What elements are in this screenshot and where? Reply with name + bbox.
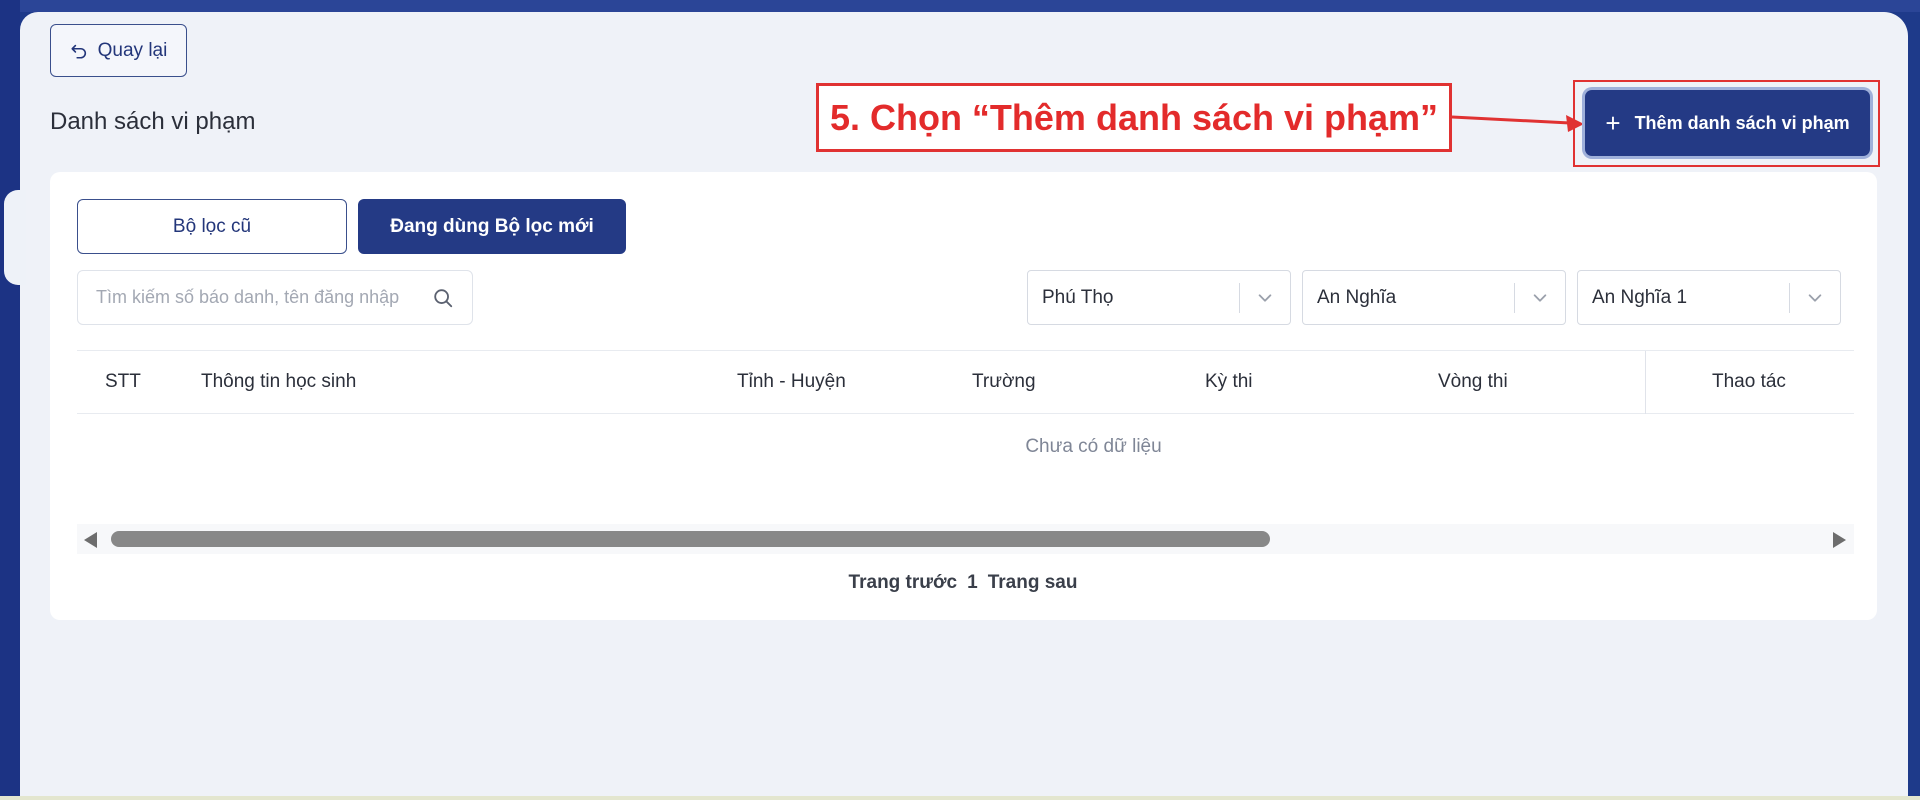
column-divider [1645,351,1646,414]
page-title: Danh sách vi phạm [50,108,256,135]
scrollbar-thumb[interactable] [111,531,1270,547]
school-select-value: An Nghĩa 1 [1592,286,1688,308]
current-page-number[interactable]: 1 [967,572,978,594]
column-header-actions: Thao tác [1712,371,1786,392]
new-filter-button[interactable]: Đang dùng Bộ lọc mới [358,199,626,254]
search-input[interactable] [96,287,432,308]
search-icon[interactable] [432,287,454,309]
old-filter-button[interactable]: Bộ lọc cũ [77,199,347,254]
column-header-stt: STT [105,371,141,392]
horizontal-scrollbar[interactable] [77,524,1854,554]
chevron-down-icon[interactable] [1515,289,1565,307]
previous-page-link[interactable]: Trang trước [849,572,958,594]
scroll-left-arrow-icon[interactable] [84,532,97,548]
callout-arrow [1452,115,1584,132]
empty-state-text: Chưa có dữ liệu [1025,436,1162,457]
province-select-value: Phú Thọ [1042,286,1114,308]
province-select[interactable]: Phú Thọ [1027,270,1291,325]
next-page-link[interactable]: Trang sau [988,572,1078,594]
instruction-callout: 5. Chọn “Thêm danh sách vi phạm” [816,83,1452,152]
back-button-label: Quay lại [97,39,168,61]
undo-arrow-icon [71,44,86,59]
top-strip [0,0,1920,12]
pagination: Trang trước 1 Trang sau [50,572,1877,594]
violation-list-card: Bộ lọc cũ Đang dùng Bộ lọc mới Phú Thọ A… [50,172,1877,620]
add-violation-list-button[interactable]: + Thêm danh sách vi phạm [1585,90,1870,156]
column-header-province-district: Tỉnh - Huyện [737,371,846,392]
left-sidebar-edge [0,0,20,800]
violation-table: STT Thông tin học sinh Tỉnh - Huyện Trườ… [77,350,1854,414]
district-select-value: An Nghĩa [1317,286,1397,308]
column-header-school: Trường [972,371,1036,392]
instruction-text: 5. Chọn “Thêm danh sách vi phạm” [829,96,1439,138]
table-header: STT Thông tin học sinh Tỉnh - Huyện Trườ… [77,350,1854,414]
plus-icon: + [1605,108,1621,138]
content-area: Quay lại Danh sách vi phạm 5. Chọn “Thêm… [20,12,1908,798]
column-header-exam: Kỳ thi [1205,371,1253,392]
chevron-down-icon[interactable] [1240,289,1290,307]
district-select[interactable]: An Nghĩa [1302,270,1566,325]
back-button[interactable]: Quay lại [50,24,187,77]
school-select[interactable]: An Nghĩa 1 [1577,270,1841,325]
scroll-right-arrow-icon[interactable] [1833,532,1846,548]
chevron-down-icon[interactable] [1790,289,1840,307]
add-button-label: Thêm danh sách vi phạm [1634,112,1850,133]
column-header-student-info: Thông tin học sinh [201,371,357,392]
column-header-round: Vòng thi [1438,371,1508,392]
search-field[interactable] [77,270,473,325]
